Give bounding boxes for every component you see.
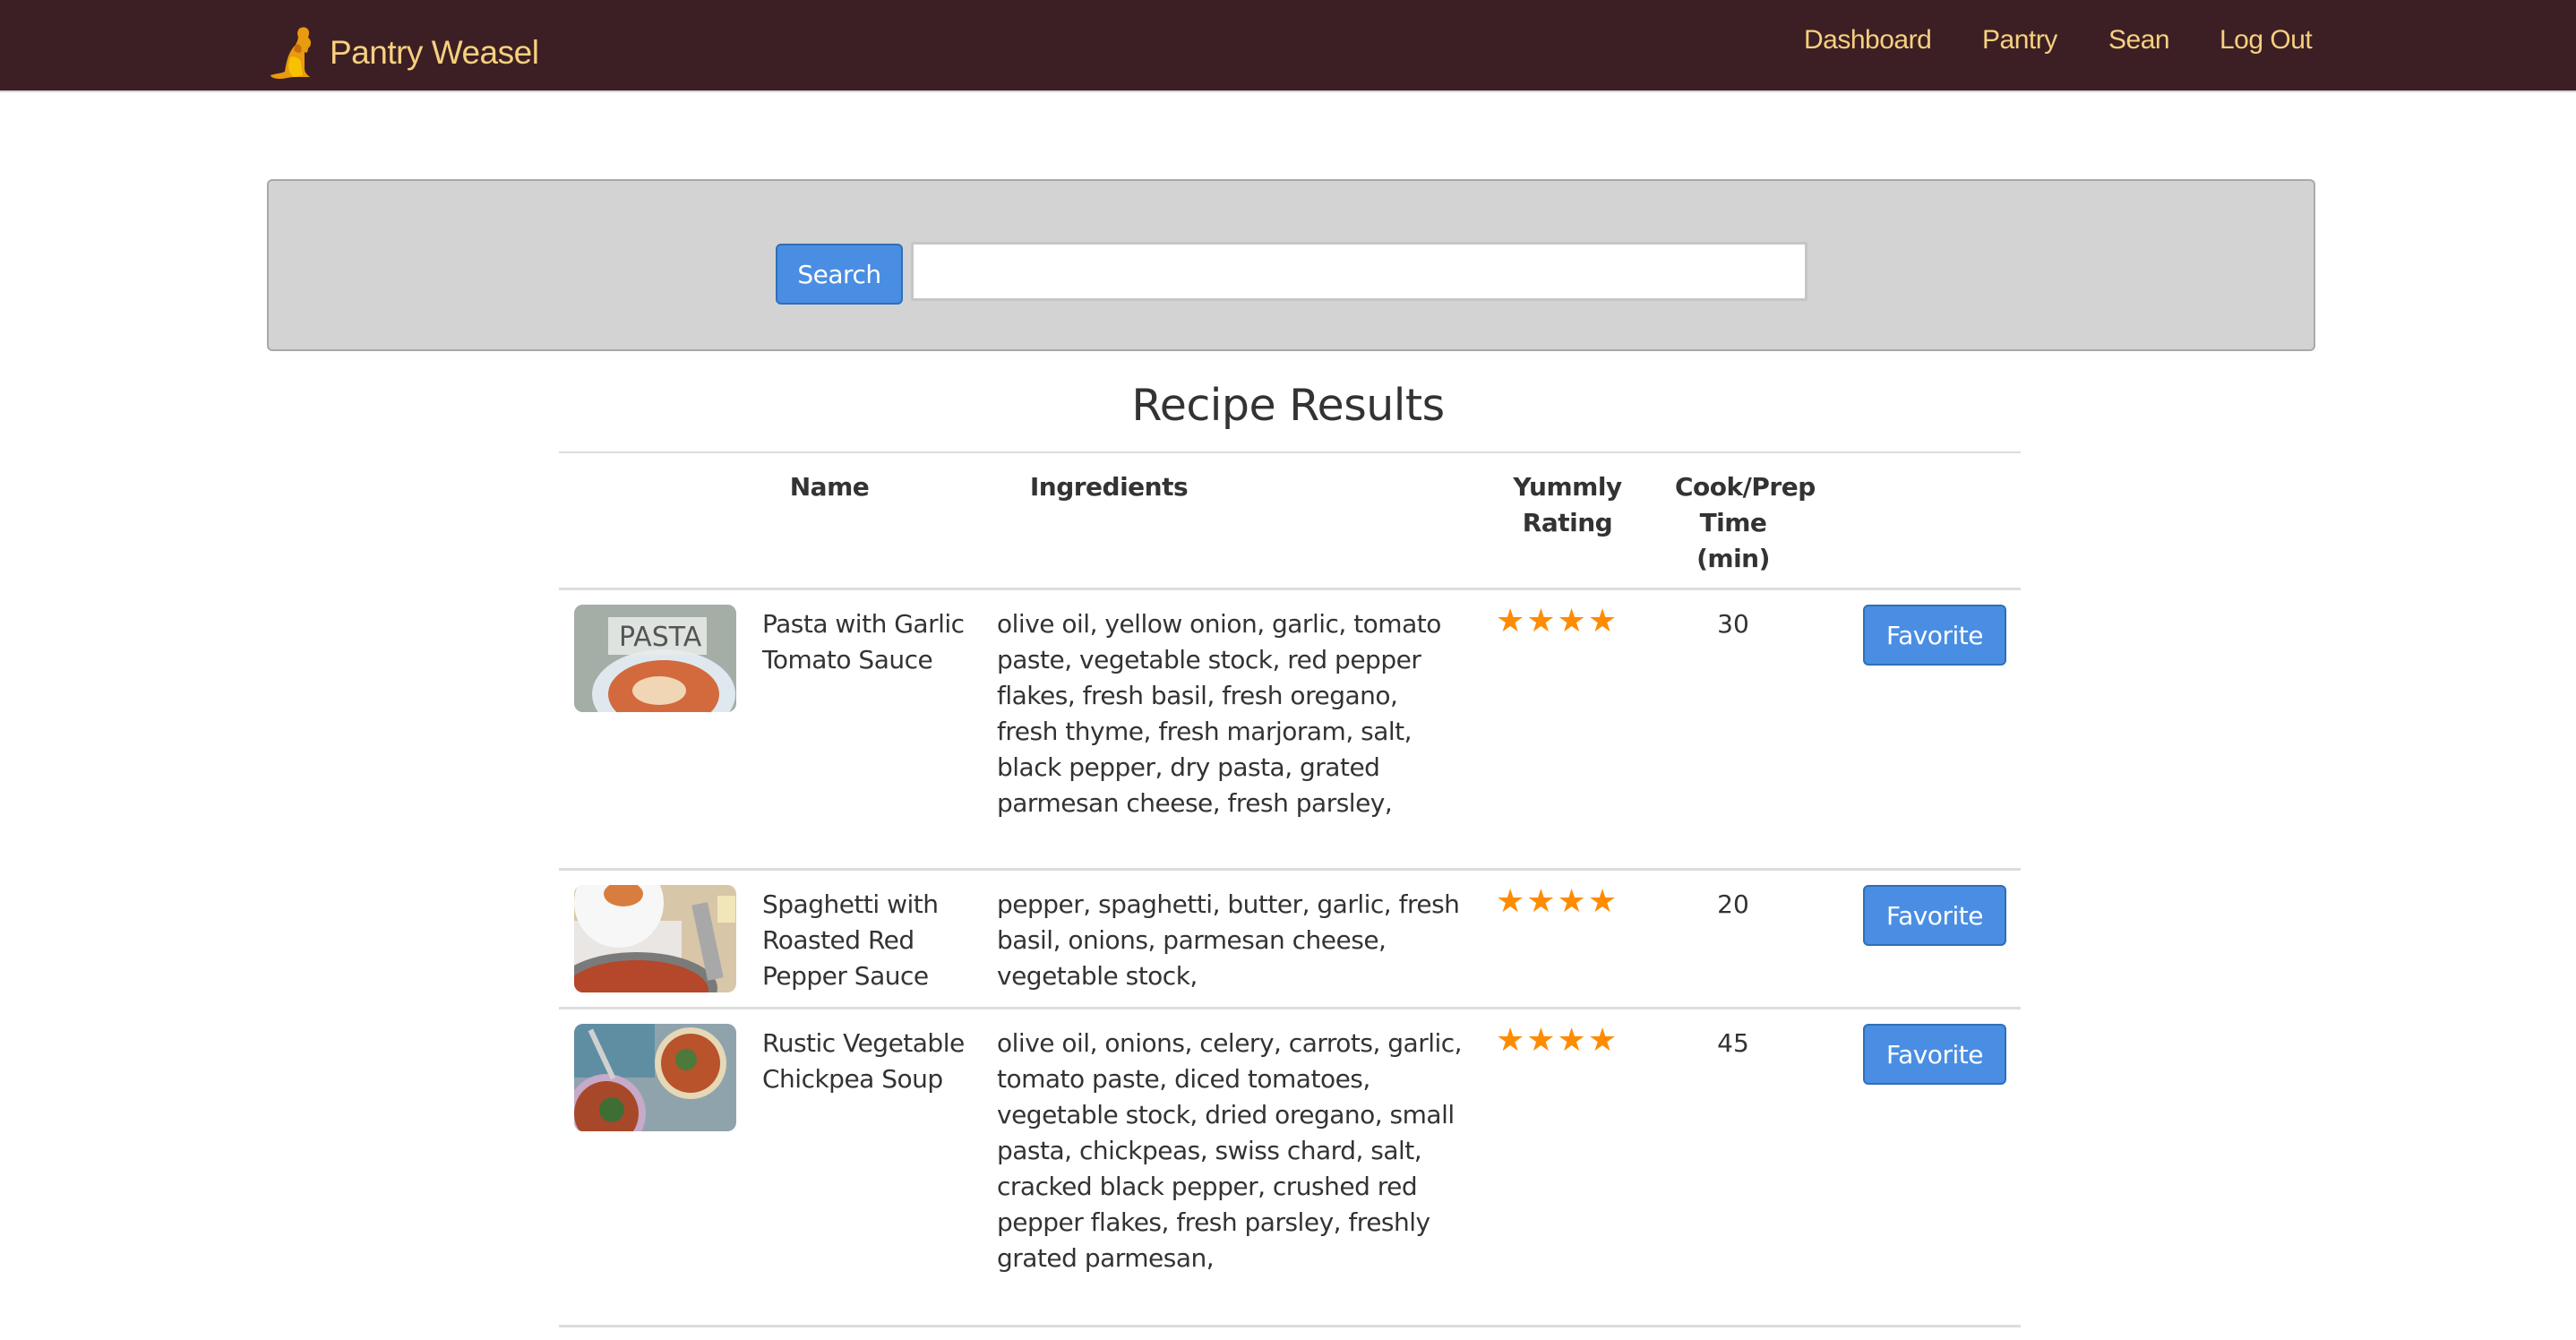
- recipe-name[interactable]: Spaghetti with Roasted Red Pepper Sauce: [762, 887, 977, 994]
- nav-pantry-link[interactable]: Pantry: [1982, 25, 2057, 56]
- recipe-thumbnail[interactable]: PASTA: [574, 605, 736, 712]
- nav-logout-link[interactable]: Log Out: [2220, 25, 2313, 56]
- weasel-logo-icon: [270, 27, 312, 79]
- search-button[interactable]: Search: [776, 244, 903, 305]
- search-panel: Search: [267, 179, 2315, 351]
- svg-text:PASTA: PASTA: [619, 622, 702, 653]
- cook-time: 45: [1717, 1028, 1749, 1058]
- rating-stars: ★★★★: [1496, 603, 1619, 640]
- table-row: PASTA Pasta with Garlic Tomato Sauce oli…: [559, 590, 2021, 871]
- recipe-name[interactable]: Rustic Vegetable Chickpea Soup: [762, 1026, 977, 1097]
- recipe-thumbnail[interactable]: [574, 885, 736, 992]
- col-header-ingredients: Ingredients: [1029, 472, 1189, 502]
- table-header: Name Ingredients Yummly Rating Cook/Prep T…: [559, 451, 2021, 590]
- col-header-name: Name: [789, 472, 870, 502]
- table-row: Rustic Vegetable Chickpea Soup olive oil…: [559, 1009, 2021, 1327]
- spaghetti-photo-icon: [574, 885, 736, 992]
- recipe-thumbnail[interactable]: [574, 1024, 736, 1131]
- recipe-name[interactable]: Pasta with Garlic Tomato Sauce: [762, 606, 977, 678]
- recipe-ingredients: olive oil, yellow onion, garlic, tomato …: [997, 609, 1441, 818]
- pasta-photo-icon: PASTA: [574, 605, 736, 712]
- recipe-ingredients: pepper, spaghetti, butter, garlic, fresh…: [997, 889, 1460, 991]
- nav-dashboard-link[interactable]: Dashboard: [1804, 25, 1932, 56]
- search-input[interactable]: [911, 242, 1807, 301]
- cook-time: 30: [1717, 609, 1749, 639]
- col-header-rating: Yummly Rating: [1513, 472, 1622, 537]
- rating-stars: ★★★★: [1496, 1022, 1619, 1059]
- cook-time: 20: [1717, 889, 1749, 919]
- nav-user-link[interactable]: Sean: [2108, 25, 2170, 56]
- brand-name: Pantry Weasel: [330, 34, 539, 71]
- results-title: Recipe Results: [1131, 380, 1445, 431]
- brand-link[interactable]: Pantry Weasel: [269, 25, 539, 81]
- table-row: Spaghetti with Roasted Red Pepper Sauce …: [559, 871, 2021, 1009]
- soup-photo-icon: [574, 1024, 736, 1131]
- favorite-button[interactable]: Favorite: [1863, 885, 2006, 946]
- rating-stars: ★★★★: [1496, 883, 1619, 920]
- recipe-results-table: Name Ingredients Yummly Rating Cook/Prep T…: [559, 451, 2021, 1327]
- recipe-ingredients: olive oil, onions, celery, carrots, garl…: [997, 1028, 1463, 1273]
- favorite-button[interactable]: Favorite: [1863, 1024, 2006, 1085]
- top-navbar: Pantry Weasel Dashboard Pantry Sean Log …: [0, 0, 2576, 92]
- favorite-button[interactable]: Favorite: [1863, 605, 2006, 666]
- col-header-time: Cook/Prep Time (min): [1675, 472, 1816, 573]
